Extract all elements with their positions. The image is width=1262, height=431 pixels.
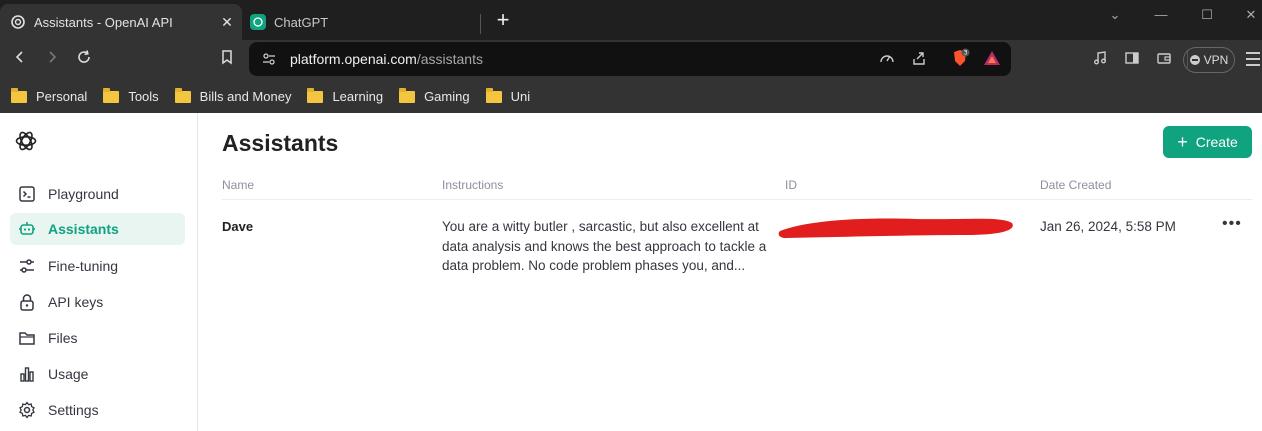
music-icon[interactable] (1092, 50, 1108, 71)
sidebar-item-label: Settings (48, 402, 99, 418)
browser-toolbar: platform.openai.com/assistants 3 VPN (0, 40, 1262, 80)
sidebar-item-label: API keys (48, 294, 104, 310)
sidebar-item-assistants[interactable]: Assistants (10, 213, 185, 245)
folder-icon (485, 87, 502, 103)
maximize-icon[interactable]: ☐ (1196, 4, 1218, 26)
address-bar[interactable]: platform.openai.com/assistants 3 (249, 42, 1188, 76)
bookmark-folder-gaming[interactable]: Gaming (399, 87, 470, 104)
more-options-icon[interactable]: ••• (1222, 215, 1242, 233)
bookmark-folder-learning[interactable]: Learning (307, 87, 384, 104)
plus-icon: + (1177, 132, 1188, 152)
folder-icon (11, 87, 27, 103)
wallet-icon[interactable] (1156, 50, 1172, 71)
back-icon[interactable] (9, 49, 31, 71)
tab-assistants[interactable]: Assistants - OpenAI API ✕ (0, 4, 242, 40)
openai-logo-icon[interactable] (14, 129, 38, 158)
tab-search-icon[interactable]: ⌄ (1104, 4, 1126, 26)
tab-divider (480, 14, 481, 34)
sidebar-item-label: Fine-tuning (48, 258, 119, 274)
minimize-icon[interactable]: — (1150, 4, 1172, 26)
folder-icon (174, 87, 191, 103)
sidebar-item-playground[interactable]: Playground (10, 178, 185, 210)
url-host: platform.openai.com (290, 51, 417, 67)
bookmark-folder-tools[interactable]: Tools (103, 87, 159, 104)
sliders-icon (18, 257, 36, 275)
bookmark-label: Gaming (424, 89, 470, 104)
sidebar-item-usage[interactable]: Usage (10, 358, 185, 390)
bookmark-folder-bills[interactable]: Bills and Money (174, 87, 292, 104)
chatgpt-favicon-icon (250, 14, 266, 30)
bookmark-label: Tools (128, 89, 159, 104)
column-header-id[interactable]: ID (785, 178, 797, 192)
gear-icon (18, 401, 36, 419)
forward-icon[interactable] (41, 49, 63, 71)
bookmark-label: Learning (332, 89, 384, 104)
folder-icon (103, 87, 120, 103)
sidebar-item-label: Playground (48, 186, 119, 202)
openai-favicon-icon (10, 14, 26, 30)
sidebar-item-files[interactable]: Files (10, 322, 185, 354)
terminal-icon (18, 185, 36, 203)
column-header-date-created[interactable]: Date Created (1040, 178, 1111, 192)
header-divider (222, 199, 1252, 200)
assistant-date-created: Jan 26, 2024, 5:58 PM (1040, 219, 1176, 234)
lock-icon (18, 293, 36, 311)
brave-shields-icon[interactable]: 3 (950, 48, 970, 73)
sidebar-item-settings[interactable]: Settings (10, 394, 185, 426)
brave-rewards-icon[interactable] (983, 50, 1001, 71)
sidebar-item-label: Usage (48, 366, 89, 382)
folder-icon (18, 329, 36, 347)
vpn-label: VPN (1203, 53, 1229, 67)
column-header-name[interactable]: Name (222, 178, 254, 192)
sidebar-item-label: Assistants (48, 221, 119, 237)
new-tab-button[interactable]: + (492, 9, 514, 32)
redacted-id-scribble (776, 211, 1018, 248)
brave-badge-count: 3 (964, 50, 968, 57)
share-icon[interactable] (911, 50, 927, 71)
main-panel: Assistants + Create Name Instructions ID… (198, 113, 1262, 431)
page-title: Assistants (222, 130, 339, 156)
url-path: /assistants (416, 51, 483, 67)
bookmark-icon[interactable] (216, 49, 238, 71)
column-header-instructions[interactable]: Instructions (442, 178, 503, 192)
bookmark-label: Personal (36, 89, 88, 104)
sidebar: Playground Assistants Fine-tuning API ke… (0, 113, 198, 431)
sidebar-item-fine-tuning[interactable]: Fine-tuning (10, 250, 185, 282)
menu-icon[interactable] (1246, 52, 1260, 70)
bookmark-label: Bills and Money (199, 89, 292, 104)
bookmark-folder-personal[interactable]: Personal (11, 87, 88, 104)
create-assistant-button[interactable]: + Create (1163, 126, 1252, 158)
tab-chatgpt[interactable]: ChatGPT (244, 4, 480, 40)
sidebar-item-label: Files (48, 330, 78, 346)
vpn-status-icon (1189, 55, 1200, 65)
url-text: platform.openai.com/assistants (290, 51, 483, 67)
browser-tabstrip: Assistants - OpenAI API ✕ ChatGPT + ⌄ — … (0, 0, 1262, 40)
bookmark-label: Uni (510, 89, 531, 104)
create-button-label: Create (1195, 134, 1238, 150)
tab-title: Assistants - OpenAI API (34, 14, 173, 30)
robot-icon (18, 220, 36, 238)
sidebar-toggle-icon[interactable] (1124, 50, 1140, 71)
tab-title: ChatGPT (274, 14, 329, 30)
speed-icon[interactable] (879, 50, 895, 71)
folder-icon (399, 87, 416, 103)
close-tab-icon[interactable]: ✕ (218, 13, 236, 31)
bookmark-folder-uni[interactable]: Uni (485, 87, 531, 104)
folder-icon (307, 87, 324, 103)
page-content: Playground Assistants Fine-tuning API ke… (0, 113, 1262, 431)
reload-icon[interactable] (73, 49, 95, 71)
vpn-button[interactable]: VPN (1183, 47, 1235, 73)
assistant-instructions: You are a witty butler , sarcastic, but … (442, 219, 767, 273)
bar-chart-icon (18, 365, 36, 383)
bookmarks-bar: Personal Tools Bills and Money Learning … (0, 80, 1262, 113)
sidebar-item-api-keys[interactable]: API keys (10, 286, 185, 318)
close-window-icon[interactable]: ✕ (1240, 4, 1262, 26)
assistant-name: Dave (222, 219, 254, 234)
site-settings-icon[interactable] (261, 51, 277, 72)
